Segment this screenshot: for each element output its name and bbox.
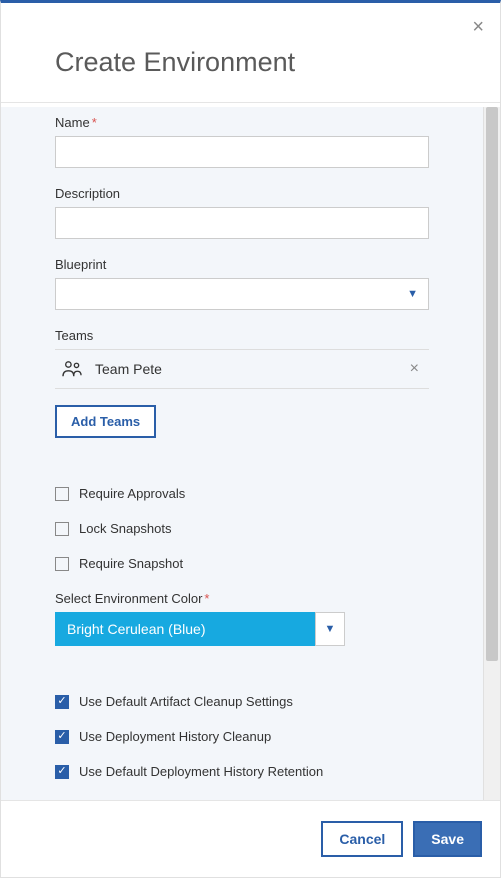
teams-label: Teams <box>55 328 429 343</box>
modal-title: Create Environment <box>55 47 446 78</box>
close-icon[interactable]: × <box>472 17 484 37</box>
save-button[interactable]: Save <box>413 821 482 857</box>
deployment-history-cleanup-checkbox[interactable] <box>55 730 69 744</box>
require-approvals-row: Require Approvals <box>55 486 429 501</box>
modal-body: Name* Description Blueprint ▼ Teams <box>1 107 483 800</box>
create-environment-modal: × Create Environment Name* Description B… <box>0 0 501 878</box>
team-icon <box>61 360 83 378</box>
lock-snapshots-row: Lock Snapshots <box>55 521 429 536</box>
remove-team-icon[interactable]: × <box>410 361 419 377</box>
lock-snapshots-label: Lock Snapshots <box>79 521 172 536</box>
require-snapshot-label: Require Snapshot <box>79 556 183 571</box>
name-input[interactable] <box>55 136 429 168</box>
modal-footer: Cancel Save <box>1 800 500 877</box>
team-row: Team Pete × <box>55 349 429 389</box>
chevron-down-icon: ▼ <box>325 623 336 635</box>
color-select[interactable]: Bright Cerulean (Blue) <box>55 612 315 646</box>
modal-header: Create Environment <box>1 3 500 103</box>
name-label: Name* <box>55 115 429 130</box>
blueprint-select[interactable]: ▼ <box>55 278 429 310</box>
require-approvals-label: Require Approvals <box>79 486 185 501</box>
require-snapshot-checkbox[interactable] <box>55 557 69 571</box>
deployment-history-cleanup-row: Use Deployment History Cleanup <box>55 729 429 744</box>
color-select-caret[interactable]: ▼ <box>315 612 345 646</box>
history-retention-row: Use Default Deployment History Retention <box>55 764 429 779</box>
description-label: Description <box>55 186 429 201</box>
scrollbar[interactable] <box>483 107 500 800</box>
scrollbar-thumb[interactable] <box>486 107 498 661</box>
team-name: Team Pete <box>95 361 162 377</box>
add-teams-button[interactable]: Add Teams <box>55 405 156 438</box>
artifact-cleanup-label: Use Default Artifact Cleanup Settings <box>79 694 293 709</box>
require-approvals-checkbox[interactable] <box>55 487 69 501</box>
color-label: Select Environment Color* <box>55 591 429 606</box>
lock-snapshots-checkbox[interactable] <box>55 522 69 536</box>
artifact-cleanup-row: Use Default Artifact Cleanup Settings <box>55 694 429 709</box>
chevron-down-icon: ▼ <box>407 288 418 300</box>
blueprint-label: Blueprint <box>55 257 429 272</box>
history-retention-label: Use Default Deployment History Retention <box>79 764 323 779</box>
deployment-history-cleanup-label: Use Deployment History Cleanup <box>79 729 271 744</box>
description-input[interactable] <box>55 207 429 239</box>
artifact-cleanup-checkbox[interactable] <box>55 695 69 709</box>
cancel-button[interactable]: Cancel <box>321 821 403 857</box>
require-snapshot-row: Require Snapshot <box>55 556 429 571</box>
history-retention-checkbox[interactable] <box>55 765 69 779</box>
